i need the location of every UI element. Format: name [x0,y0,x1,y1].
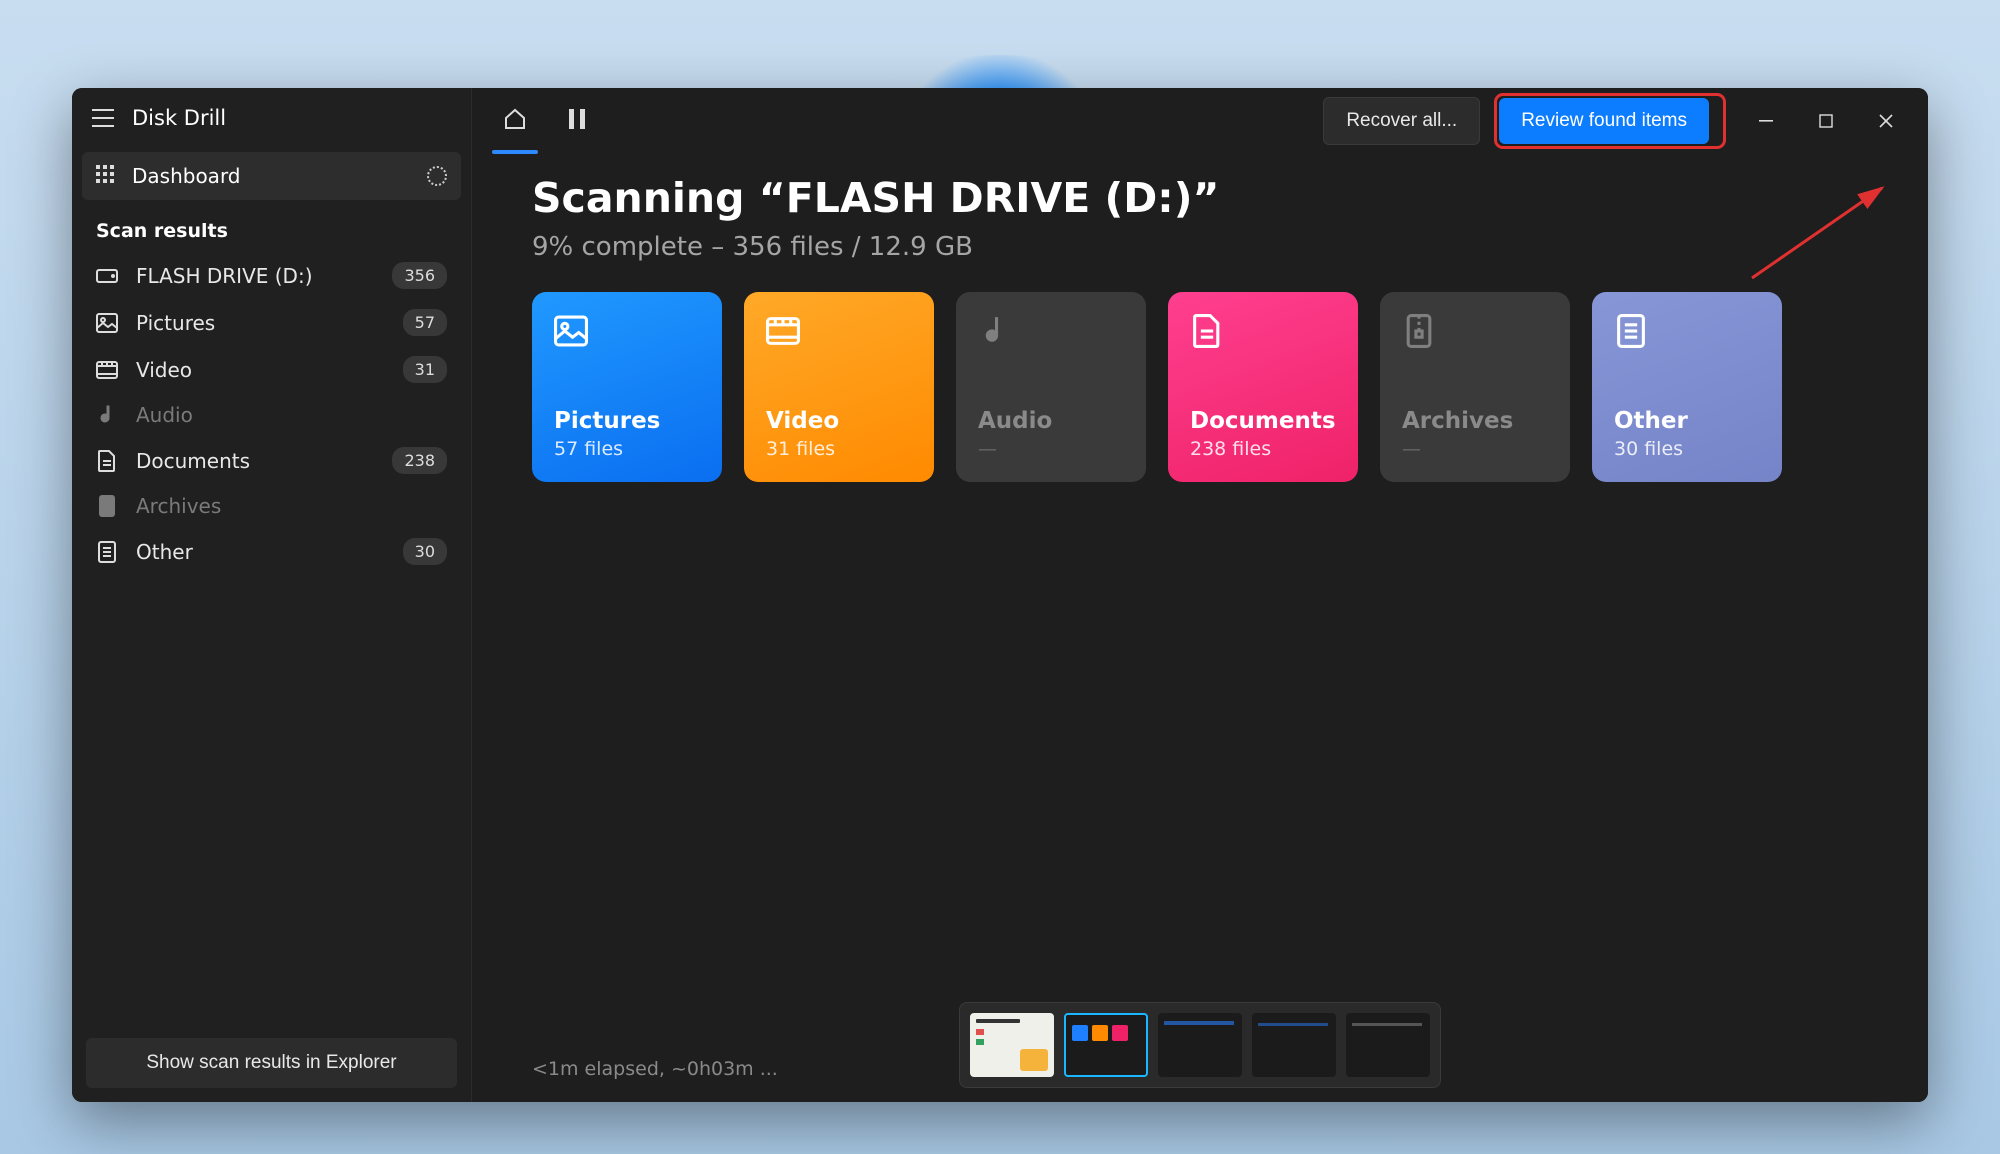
home-tab[interactable] [484,88,546,154]
close-button[interactable] [1856,101,1916,141]
card-title: Documents [1190,408,1336,434]
sidebar-item-count: 57 [403,309,447,336]
content-area: Scanning “FLASH DRIVE (D:)” 9% complete … [472,154,1928,502]
card-subtitle: 30 files [1614,438,1760,460]
sidebar-item-other[interactable]: Other 30 [72,528,471,575]
loading-spinner-icon [427,166,447,186]
dashboard-label: Dashboard [132,164,409,188]
card-subtitle: — [1402,438,1548,460]
dashboard-grid-icon [96,165,114,187]
recover-all-button[interactable]: Recover all... [1323,97,1480,145]
sidebar-item-audio[interactable]: Audio [72,393,471,437]
sidebar-item-count: 31 [403,356,447,383]
preview-thumb-5[interactable] [1346,1013,1430,1077]
show-in-explorer-button[interactable]: Show scan results in Explorer [86,1038,457,1088]
annotation-highlight-box: Review found items [1494,93,1726,149]
menu-icon[interactable] [92,109,114,127]
document-icon [1190,314,1224,348]
sidebar-item-label: Other [136,540,385,564]
audio-icon [978,314,1012,348]
sidebar-item-dashboard[interactable]: Dashboard [82,152,461,200]
sidebar-item-label: FLASH DRIVE (D:) [136,264,374,288]
drive-icon [96,265,118,287]
sidebar-item-pictures[interactable]: Pictures 57 [72,299,471,346]
home-icon [503,107,527,135]
document-icon [96,450,118,472]
card-subtitle: 31 files [766,438,912,460]
sidebar: Disk Drill Dashboard Scan results FLASH … [72,88,472,1102]
app-title: Disk Drill [132,106,226,130]
video-icon [96,359,118,381]
card-subtitle: 238 files [1190,438,1336,460]
sidebar-item-count: 30 [403,538,447,565]
preview-thumb-4[interactable] [1252,1013,1336,1077]
card-subtitle: — [978,438,1124,460]
scan-title: Scanning “FLASH DRIVE (D:)” [532,174,1868,222]
preview-thumbnail-strip [959,1002,1441,1088]
card-title: Other [1614,408,1760,434]
category-card-audio[interactable]: Audio — [956,292,1146,482]
scan-status-text: <1m elapsed, ~0h03m ... [532,1058,778,1080]
card-subtitle: 57 files [554,438,700,460]
sidebar-item-label: Documents [136,449,374,473]
preview-thumb-1[interactable] [970,1013,1054,1077]
category-card-pictures[interactable]: Pictures 57 files [532,292,722,482]
topbar: Recover all... Review found items [472,88,1928,154]
category-card-video[interactable]: Video 31 files [744,292,934,482]
category-card-archives[interactable]: Archives — [1380,292,1570,482]
sidebar-footer: Show scan results in Explorer [72,1024,471,1102]
maximize-button[interactable] [1796,101,1856,141]
other-icon [96,541,118,563]
card-title: Video [766,408,912,434]
sidebar-item-label: Audio [136,403,447,427]
picture-icon [554,314,588,348]
archive-icon [96,495,118,517]
review-found-items-button[interactable]: Review found items [1499,98,1709,144]
sidebar-item-archives[interactable]: Archives [72,484,471,528]
card-title: Pictures [554,408,700,434]
main-panel: Recover all... Review found items Scanni… [472,88,1928,1102]
preview-thumb-2[interactable] [1064,1013,1148,1077]
sidebar-item-flash-drive-d-[interactable]: FLASH DRIVE (D:) 356 [72,252,471,299]
card-title: Archives [1402,408,1548,434]
disk-drill-window: Disk Drill Dashboard Scan results FLASH … [72,88,1928,1102]
pause-icon [569,109,585,133]
sidebar-item-label: Archives [136,494,447,518]
other-icon [1614,314,1648,348]
category-card-documents[interactable]: Documents 238 files [1168,292,1358,482]
pause-button[interactable] [546,88,608,154]
preview-thumb-3[interactable] [1158,1013,1242,1077]
picture-icon [96,312,118,334]
video-icon [766,314,800,348]
sidebar-item-count: 238 [392,447,447,474]
audio-icon [96,404,118,426]
sidebar-item-label: Pictures [136,311,385,335]
category-card-other[interactable]: Other 30 files [1592,292,1782,482]
sidebar-item-count: 356 [392,262,447,289]
category-cards-row: Pictures 57 files Video 31 files Audio — Docum… [532,292,1868,482]
sidebar-item-label: Video [136,358,385,382]
sidebar-item-video[interactable]: Video 31 [72,346,471,393]
minimize-button[interactable] [1736,101,1796,141]
card-title: Audio [978,408,1124,434]
sidebar-section-heading: Scan results [72,204,471,252]
sidebar-item-documents[interactable]: Documents 238 [72,437,471,484]
archive-icon [1402,314,1436,348]
sidebar-header: Disk Drill [72,88,471,148]
scan-subtitle: 9% complete – 356 files / 12.9 GB [532,232,1868,262]
